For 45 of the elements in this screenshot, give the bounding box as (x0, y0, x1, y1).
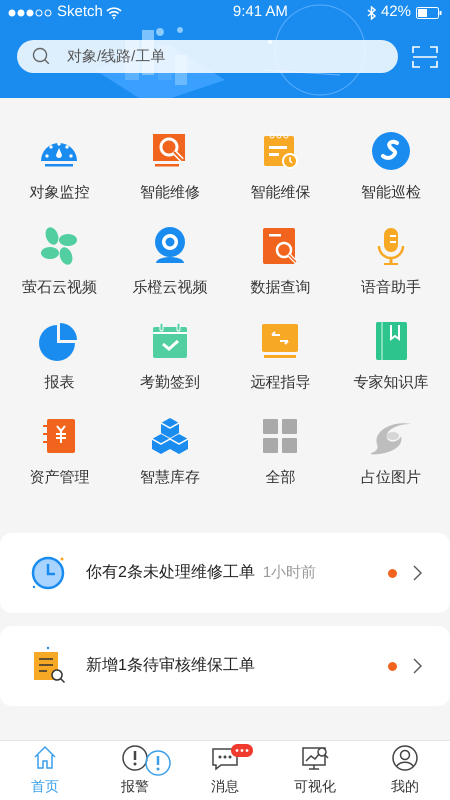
tab[interactable]: 消息 (180, 741, 270, 800)
app-label[interactable]: 萤石云视频 (22, 277, 97, 300)
app-label[interactable]: 语音助手 (360, 277, 421, 300)
battery-icon (416, 6, 442, 18)
wifi-icon (106, 6, 122, 18)
app-label[interactable]: 智能巡检 (360, 182, 421, 204)
scan-icon[interactable] (412, 44, 438, 68)
search-field[interactable]: 对象/线路/工单 (17, 40, 398, 73)
notice-card[interactable]: 你有2条未处理维修工单 1小时前 (0, 533, 450, 613)
alert-icon (121, 744, 149, 772)
app-label[interactable]: 智能维修 (140, 182, 200, 204)
route-icon[interactable] (370, 131, 411, 171)
chevron-right-icon (413, 565, 422, 581)
app-label[interactable]: 智慧库存 (140, 467, 200, 490)
app-label[interactable]: 乐橙云视频 (132, 277, 208, 300)
app-label[interactable]: 专家知识库 (353, 372, 428, 394)
pie-chart-icon[interactable] (39, 321, 80, 361)
clock-time: 9:41 AM (232, 2, 288, 22)
tab[interactable]: 我的 (360, 741, 450, 800)
app-label[interactable]: 智能维保 (250, 182, 310, 204)
notice-card[interactable]: 新增1条待审核维保工单 (0, 626, 450, 706)
tab[interactable]: 报警 (90, 741, 180, 800)
user-icon (391, 744, 419, 772)
app-label[interactable]: 考勤签到 (140, 372, 200, 394)
cubes-icon[interactable] (150, 416, 190, 456)
app-label[interactable]: 占位图片 (360, 467, 421, 490)
battery-percent: 42% (380, 2, 411, 22)
monitor-arrows-icon[interactable] (260, 321, 300, 361)
app-label[interactable]: 对象监控 (29, 182, 90, 204)
notice-text: 你有2条未处理维修工单 (86, 562, 255, 583)
notice-time: 1小时前 (262, 562, 316, 583)
notice-text: 新增1条待审核维保工单 (86, 656, 255, 676)
tab[interactable]: 可视化 (270, 741, 360, 800)
bluetooth-icon (366, 6, 376, 20)
signal-icon (8, 8, 54, 16)
search-icon (32, 47, 50, 65)
app-label[interactable]: 远程指导 (250, 372, 310, 394)
petals-icon[interactable] (39, 226, 80, 266)
app-label[interactable]: 报表 (44, 372, 74, 394)
chevron-right-icon (413, 658, 422, 674)
alert-icon (144, 749, 172, 777)
app-label[interactable]: 数据查询 (250, 277, 310, 300)
app-label[interactable]: 资产管理 (29, 467, 90, 490)
carrier-name: Sketch (57, 2, 103, 22)
app-label[interactable]: 全部 (265, 467, 296, 490)
